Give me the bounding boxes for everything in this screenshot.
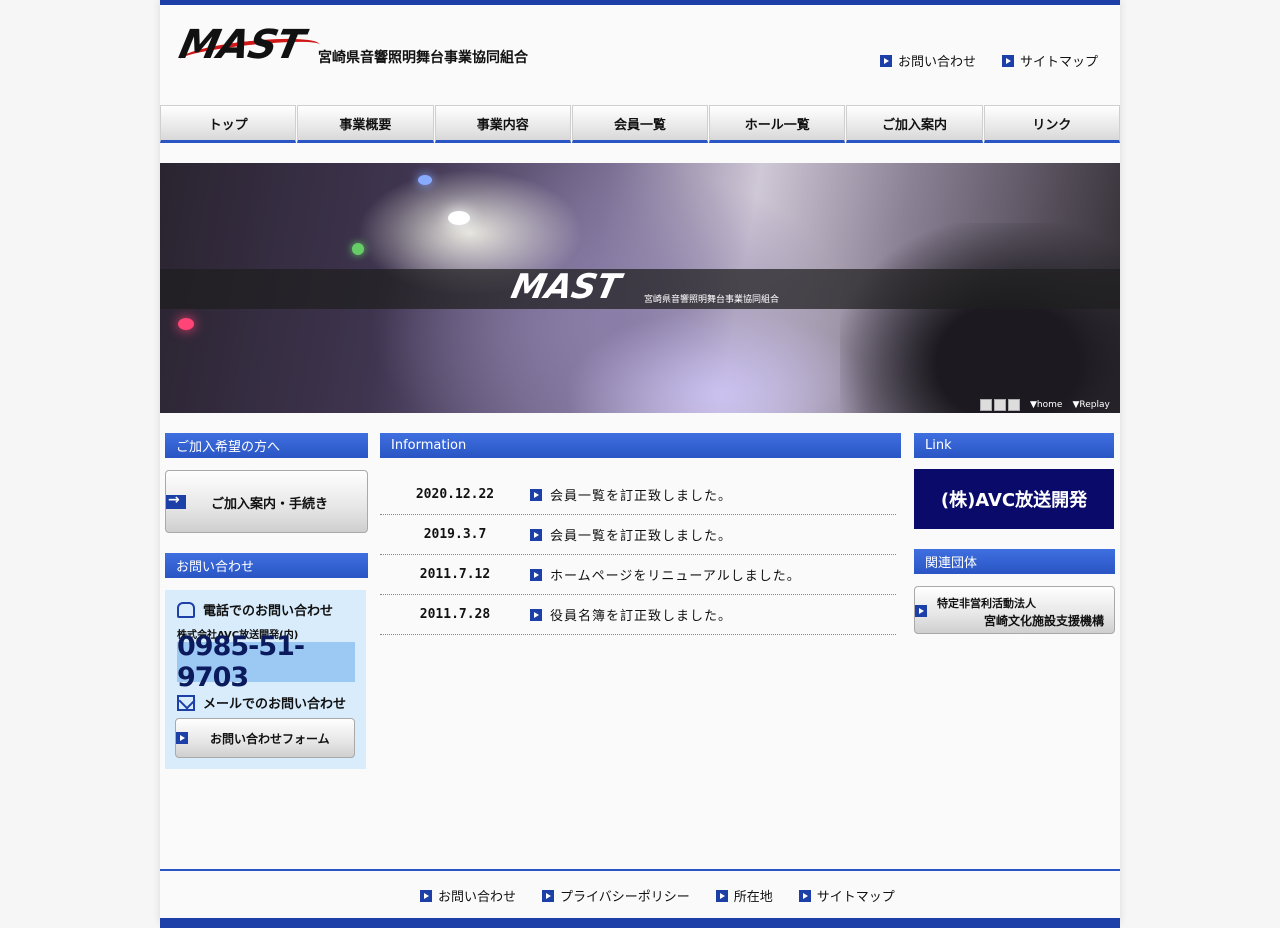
header-link-label: お問い合わせ [898, 55, 977, 70]
contact-form-button[interactable]: お問い合わせフォーム [175, 718, 355, 758]
mail-title-label: メールでのお問い合わせ [203, 697, 347, 712]
slideshow-home[interactable]: ▼home [1030, 400, 1062, 410]
info-date: 2020.12.22 [415, 487, 495, 502]
list-item: 2011.7.12 ホームページをリニューアルしました。 [380, 555, 896, 595]
list-item: 2019.3.7 会員一覧を訂正致しました。 [380, 515, 896, 555]
list-item: 2020.12.22 会員一覧を訂正致しました。 [380, 475, 896, 515]
link-heading: Link [914, 433, 1114, 458]
header-link-label: サイトマップ [1020, 55, 1099, 70]
arrow-icon [530, 608, 542, 621]
arrow-icon [176, 732, 188, 744]
arrow-icon [542, 889, 555, 902]
slide-dot[interactable] [980, 399, 992, 411]
stage-light [352, 243, 364, 255]
hero-logo-subtitle: 宮崎県音響照明舞台事業協同組合 [644, 295, 780, 305]
hero-logo-band [160, 269, 1120, 309]
hero-logo: MAST [507, 267, 625, 307]
arrow-icon [530, 528, 542, 541]
info-link[interactable]: ホームページをリニューアルしました。 [530, 565, 801, 584]
footer-link-label: お問い合わせ [438, 890, 517, 905]
hero-banner: MAST 宮崎県音響照明舞台事業協同組合 ▼home ▼Replay [160, 163, 1120, 413]
nav-item-overview[interactable]: 事業概要 [297, 105, 434, 143]
nav-item-halls[interactable]: ホール一覧 [709, 105, 846, 143]
info-text: 会員一覧を訂正致しました。 [550, 489, 733, 504]
join-guide-button[interactable]: ご加入案内・手続き [165, 470, 368, 533]
footer-link-label: 所在地 [733, 890, 773, 905]
mail-contact-title: メールでのお問い合わせ [177, 693, 346, 712]
footer-bar [160, 918, 1120, 928]
arrow-icon [530, 488, 542, 501]
information-list: 2020.12.22 会員一覧を訂正致しました。 2019.3.7 会員一覧を訂… [380, 475, 896, 635]
join-guide-label: ご加入案内・手続き [211, 497, 329, 512]
npo-name-label: 宮崎文化施設支援機構 [983, 614, 1104, 628]
logo-subtitle: 宮崎県音響照明舞台事業協同組合 [318, 50, 528, 66]
nav-item-business[interactable]: 事業内容 [434, 105, 571, 143]
footer-link-contact[interactable]: お問い合わせ [420, 886, 516, 905]
phone-title-label: 電話でのお問い合わせ [203, 604, 334, 619]
info-link[interactable]: 会員一覧を訂正致しました。 [530, 525, 732, 544]
arrow-icon [530, 568, 542, 581]
slide-dot[interactable] [1008, 399, 1020, 411]
avc-banner-link[interactable]: (株)AVC放送開発 [914, 469, 1114, 529]
footer-link-privacy[interactable]: プライバシーポリシー [542, 886, 690, 905]
contact-panel: 電話でのお問い合わせ 株式会社AVC放送開発(内) 0985-51-9703 メ… [165, 590, 366, 769]
nav-item-join[interactable]: ご加入案内 [846, 105, 983, 143]
mail-icon [177, 694, 195, 711]
header-links: お問い合わせ サイトマップ [880, 51, 1098, 70]
footer-link-label: プライバシーポリシー [560, 890, 690, 905]
header-link-contact[interactable]: お問い合わせ [880, 51, 976, 70]
join-heading: ご加入希望の方へ [165, 433, 368, 458]
nav-item-top[interactable]: トップ [160, 105, 297, 143]
footer-link-sitemap[interactable]: サイトマップ [798, 886, 895, 905]
main-nav: トップ 事業概要 事業内容 会員一覧 ホール一覧 ご加入案内 リンク [160, 105, 1120, 143]
info-text: ホームページをリニューアルしました。 [550, 569, 801, 584]
info-link[interactable]: 会員一覧を訂正致しました。 [530, 485, 732, 504]
footer-links: お問い合わせ プライバシーポリシー 所在地 サイトマップ [420, 886, 895, 905]
page-container: MAST 宮崎県音響照明舞台事業協同組合 お問い合わせ サイトマップ トップ 事… [160, 0, 1120, 928]
phone-number: 0985-51-9703 [177, 631, 355, 693]
logo-mark: MAST [175, 22, 308, 68]
footer-link-location[interactable]: 所在地 [715, 886, 773, 905]
information-heading: Information [380, 433, 901, 458]
slideshow-replay[interactable]: ▼Replay [1072, 400, 1109, 410]
stage-light [448, 211, 470, 225]
contact-form-label: お問い合わせフォーム [210, 731, 330, 746]
slide-dot[interactable] [994, 399, 1006, 411]
list-item: 2011.7.28 役員名簿を訂正致しました。 [380, 595, 896, 635]
info-date: 2011.7.28 [419, 607, 491, 622]
related-orgs-heading: 関連団体 [914, 549, 1115, 574]
info-date: 2019.3.7 [423, 527, 487, 542]
npo-link-button[interactable]: 特定非営利活動法人 宮崎文化施設支援機構 [914, 586, 1115, 634]
info-text: 会員一覧を訂正致しました。 [550, 529, 733, 544]
arrow-icon [798, 889, 811, 902]
hero-crowd-shadow [840, 223, 1120, 413]
nav-item-links[interactable]: リンク [983, 105, 1120, 143]
stage-light [178, 318, 194, 330]
info-text: 役員名簿を訂正致しました。 [550, 609, 733, 624]
arrow-icon [715, 889, 728, 902]
npo-type-label: 特定非営利活動法人 [937, 597, 1036, 610]
info-date: 2011.7.12 [419, 567, 491, 582]
footer-divider [160, 869, 1120, 871]
stage-light [418, 175, 432, 185]
phone-contact-title: 電話でのお問い合わせ [177, 600, 333, 619]
arrow-icon [1002, 54, 1015, 67]
header-link-sitemap[interactable]: サイトマップ [1002, 51, 1098, 70]
info-link[interactable]: 役員名簿を訂正致しました。 [530, 605, 732, 624]
slideshow-controls: ▼home ▼Replay [980, 399, 1110, 411]
site-logo[interactable]: MAST 宮崎県音響照明舞台事業協同組合 [175, 22, 540, 71]
arrow-icon [420, 889, 432, 902]
phone-icon [177, 601, 195, 618]
arrow-icon [880, 54, 892, 67]
contact-heading: お問い合わせ [165, 553, 368, 578]
nav-item-members[interactable]: 会員一覧 [571, 105, 709, 143]
right-arrow-icon [166, 492, 186, 509]
footer-link-label: サイトマップ [816, 890, 895, 905]
arrow-icon [915, 605, 927, 617]
